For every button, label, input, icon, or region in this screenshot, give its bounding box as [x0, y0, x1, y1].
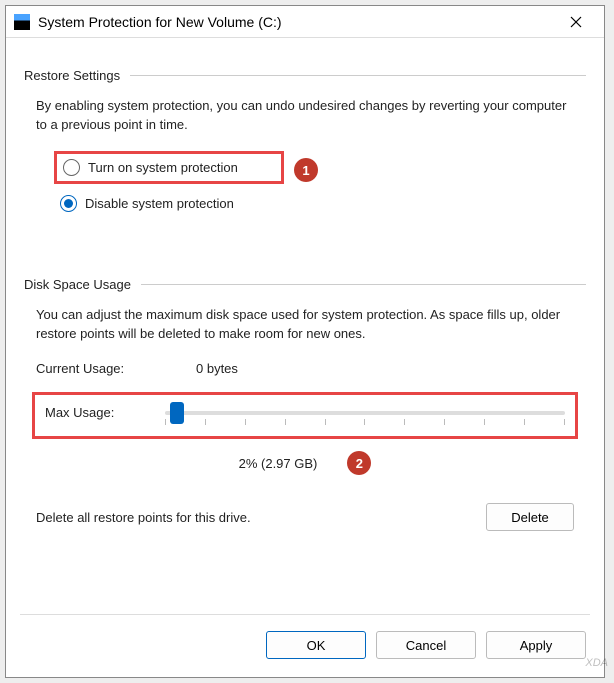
radio-icon	[60, 195, 77, 212]
radio-label: Disable system protection	[85, 196, 234, 211]
max-usage-slider[interactable]	[165, 411, 565, 415]
disk-space-header: Disk Space Usage	[24, 277, 586, 292]
close-icon	[570, 16, 582, 28]
delete-button[interactable]: Delete	[486, 503, 574, 531]
titlebar: System Protection for New Volume (C:)	[6, 6, 604, 38]
current-usage-value: 0 bytes	[196, 361, 238, 376]
app-icon	[14, 14, 30, 30]
restore-settings-header: Restore Settings	[24, 68, 586, 83]
section-label: Disk Space Usage	[24, 277, 131, 292]
max-usage-value-row: 2% (2.97 GB) 2	[24, 451, 586, 475]
max-usage-label: Max Usage:	[45, 405, 145, 420]
max-usage-value: 2% (2.97 GB)	[239, 456, 318, 471]
content-area: Restore Settings By enabling system prot…	[6, 38, 604, 614]
delete-row: Delete all restore points for this drive…	[36, 503, 574, 531]
section-label: Restore Settings	[24, 68, 120, 83]
turn-on-protection-radio[interactable]: Turn on system protection	[54, 151, 284, 184]
disable-protection-radio[interactable]: Disable system protection	[54, 190, 586, 217]
radio-dot-icon	[64, 199, 73, 208]
restore-description: By enabling system protection, you can u…	[36, 97, 574, 135]
cancel-button[interactable]: Cancel	[376, 631, 476, 659]
delete-description: Delete all restore points for this drive…	[36, 510, 251, 525]
apply-button[interactable]: Apply	[486, 631, 586, 659]
divider	[130, 75, 586, 76]
ok-button[interactable]: OK	[266, 631, 366, 659]
annotation-marker-1: 1	[294, 158, 318, 182]
annotation-marker-2: 2	[347, 451, 371, 475]
window-title: System Protection for New Volume (C:)	[38, 14, 556, 30]
current-usage-label: Current Usage:	[36, 361, 166, 376]
disk-description: You can adjust the maximum disk space us…	[36, 306, 574, 344]
max-usage-row: Max Usage:	[32, 392, 578, 439]
divider	[141, 284, 586, 285]
dialog-footer: OK Cancel Apply	[6, 615, 604, 677]
system-protection-dialog: System Protection for New Volume (C:) Re…	[5, 5, 605, 678]
close-button[interactable]	[556, 8, 596, 36]
current-usage-row: Current Usage: 0 bytes	[36, 361, 574, 376]
radio-label: Turn on system protection	[88, 160, 238, 175]
protection-radio-group: Turn on system protection 1 Disable syst…	[54, 151, 586, 217]
watermark: XDA	[585, 657, 608, 669]
slider-ticks	[165, 419, 565, 425]
radio-icon	[63, 159, 80, 176]
